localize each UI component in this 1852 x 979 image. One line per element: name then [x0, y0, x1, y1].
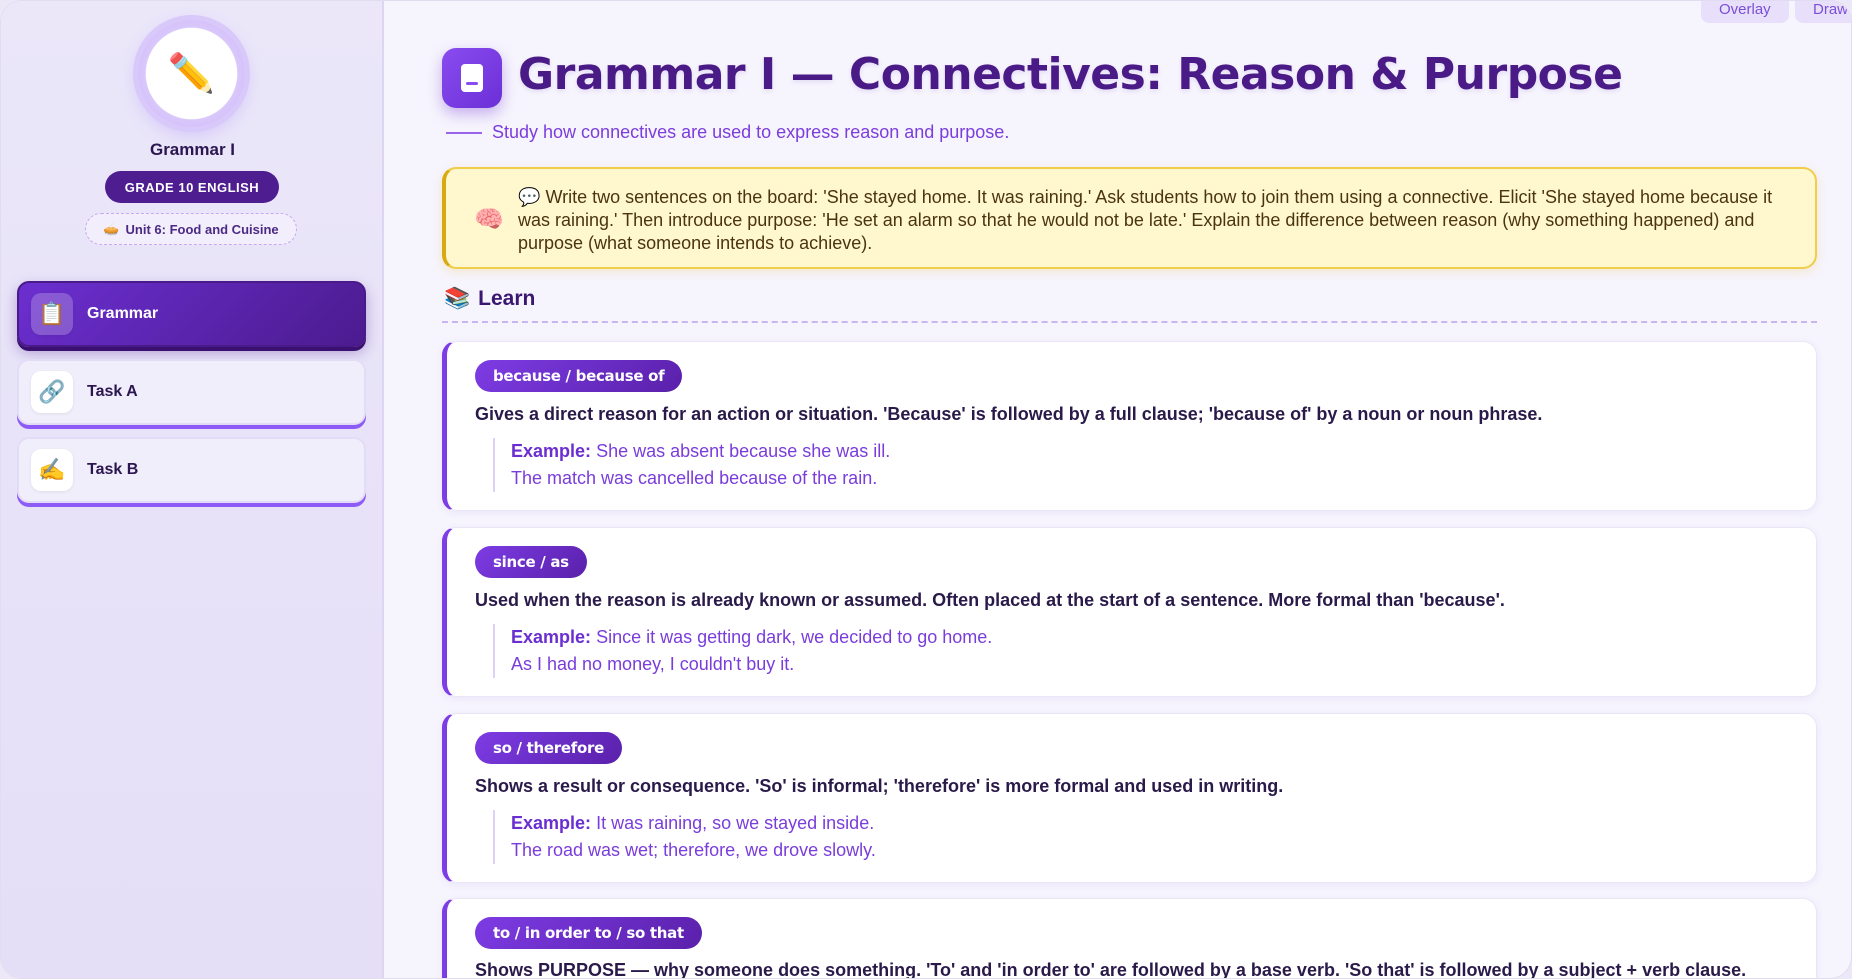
connective-examples: Example: Since it was getting dark, we d… — [493, 624, 992, 678]
unit-label: Unit 6: Food and Cuisine — [125, 221, 279, 237]
example-line: Example: Since it was getting dark, we d… — [511, 627, 993, 647]
connective-description: Shows a result or consequence. 'So' is i… — [475, 776, 1284, 796]
brain-icon: 🧠 — [474, 205, 504, 233]
pencil-paper-icon: ✏️ — [147, 29, 236, 118]
nav-item-task-b[interactable]: ✍️ Task B — [17, 437, 366, 503]
lesson-avatar: ✏️ — [138, 20, 245, 127]
connective-examples: Example: It was raining, so we stayed in… — [493, 810, 876, 864]
connective-description: Shows PURPOSE — why someone does somethi… — [475, 960, 1747, 979]
tab-draw[interactable]: Draw — [1795, 1, 1851, 23]
example-line: As I had no money, I couldn't buy it. — [511, 654, 795, 674]
example-line: Example: It was raining, so we stayed in… — [511, 813, 875, 833]
connective-tag: because / because of — [475, 360, 683, 392]
nav-label: Grammar — [87, 305, 159, 322]
learn-divider — [442, 321, 1817, 323]
connective-tag: since / as — [475, 546, 587, 578]
main-content: Grammar I — Connectives: Reason & Purpos… — [384, 1, 1851, 979]
grade-badge: GRADE 10 ENGLISH — [105, 171, 279, 203]
example-line: The road was wet; therefore, we drove sl… — [511, 840, 876, 860]
unit-badge: 🥧 Unit 6: Food and Cuisine — [85, 213, 297, 245]
connective-examples: Example: She was absent because she was … — [493, 438, 890, 492]
subtitle-dash — [446, 131, 482, 134]
learn-heading-label: Learn — [478, 287, 536, 310]
connective-card: so / therefore Shows a result or consequ… — [442, 713, 1817, 883]
sidebar-title: Grammar I — [149, 140, 236, 159]
connective-description: Gives a direct reason for an action or s… — [475, 404, 1543, 424]
nav-label: Task B — [87, 461, 139, 478]
nav-item-grammar[interactable]: 📋 Grammar — [17, 281, 366, 347]
pie-icon: 🥧 — [103, 221, 120, 236]
book-icon — [442, 48, 502, 108]
sidebar: ✏️ Grammar I GRADE 10 ENGLISH 🥧 Unit 6: … — [1, 1, 384, 978]
connective-tag: so / therefore — [475, 732, 622, 764]
nav-item-task-a[interactable]: 🔗 Task A — [17, 359, 366, 425]
teacher-note: 🧠 💬 Write two sentences on the board: 'S… — [442, 167, 1817, 269]
connective-card: since / as Used when the reason is alrea… — [442, 527, 1817, 697]
example-line: The match was cancelled because of the r… — [511, 468, 878, 488]
nav-label: Task A — [87, 383, 138, 400]
page-subtitle: Study how connectives are used to expres… — [446, 122, 1009, 143]
speech-bubble-icon: 💬 — [518, 187, 541, 207]
page-title: Grammar I — Connectives: Reason & Purpos… — [518, 49, 1623, 100]
example-line: Example: She was absent because she was … — [511, 441, 891, 461]
connective-tag: to / in order to / so that — [475, 917, 702, 949]
connective-description: Used when the reason is already known or… — [475, 590, 1505, 610]
writing-hand-icon: ✍️ — [31, 449, 73, 491]
connective-card: because / because of Gives a direct reas… — [442, 341, 1817, 511]
learn-heading: 📚 Learn — [444, 287, 535, 311]
connective-card: to / in order to / so that Shows PURPOSE… — [442, 898, 1817, 979]
tab-overlay[interactable]: Overlay — [1701, 1, 1789, 23]
link-icon: 🔗 — [31, 371, 73, 413]
teacher-note-text: 💬 Write two sentences on the board: 'She… — [518, 186, 1808, 255]
books-icon: 📚 — [444, 287, 471, 310]
subtitle-text: Study how connectives are used to expres… — [492, 122, 1010, 142]
app-frame: ✏️ Grammar I GRADE 10 ENGLISH 🥧 Unit 6: … — [0, 0, 1852, 979]
clipboard-icon: 📋 — [31, 293, 73, 335]
note-body: Write two sentences on the board: 'She s… — [518, 187, 1773, 253]
